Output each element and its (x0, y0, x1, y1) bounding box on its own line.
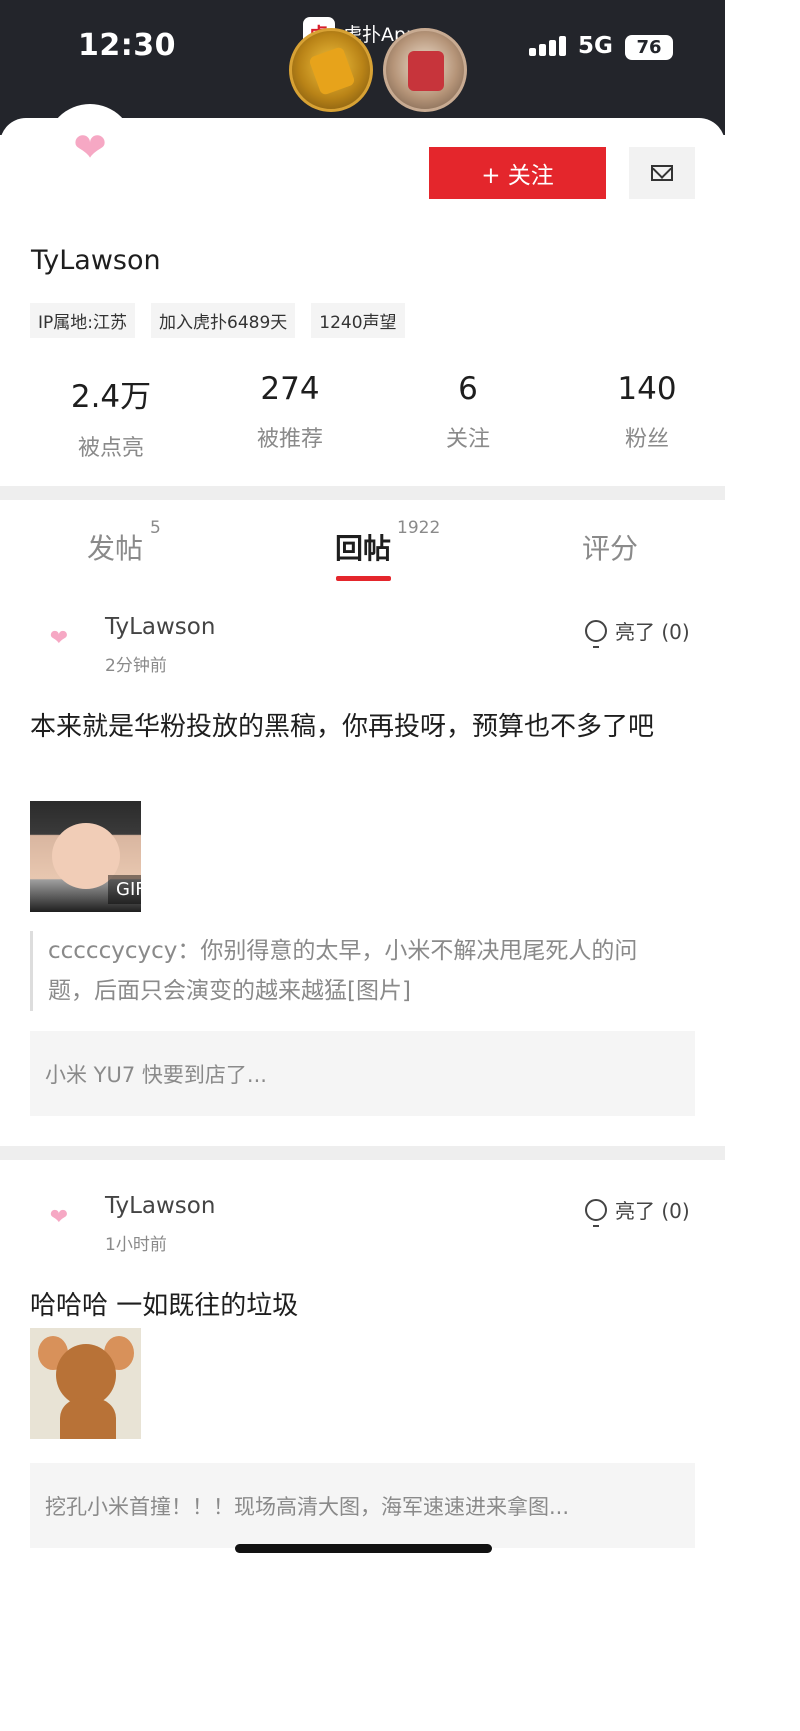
post-author[interactable]: TyLawson (105, 614, 215, 640)
heart-avatar-icon: ❤ (73, 125, 107, 171)
lightbulb-icon (585, 619, 607, 648)
signal-icon (529, 36, 566, 56)
post-time: 1小时前 (105, 1235, 167, 1255)
stat-label: 关注 (445, 427, 490, 452)
stat-value: 274 (260, 371, 320, 407)
tab-posts[interactable]: 发帖 (87, 527, 143, 567)
stat-recommended[interactable]: 274 被推荐 (215, 371, 365, 453)
avatar[interactable]: ❤ (46, 104, 134, 192)
gif-badge: GIF (108, 875, 141, 904)
profile-tags: IP属地:江苏 加入虎扑6489天 1240声望 (30, 303, 405, 338)
post-divider (0, 1146, 725, 1160)
light-label: 亮了 (0) (615, 1199, 690, 1223)
tab-replies[interactable]: 回帖 (335, 527, 391, 567)
post-avatar[interactable]: ❤ (44, 624, 74, 654)
battery-icon: 76 (625, 35, 673, 60)
post-image[interactable] (30, 1328, 141, 1439)
tag-join-days: 加入虎扑6489天 (151, 303, 296, 338)
lightbulb-icon (585, 1198, 607, 1227)
tab-replies-count: 1922 (397, 518, 441, 538)
status-time: 12:30 (78, 28, 176, 63)
quoted-comment[interactable]: cccccycycy：你别得意的太早，小米不解决甩尾死人的问题，后面只会演变的越… (30, 931, 670, 1011)
stat-value: 2.4万 (70, 379, 152, 415)
stat-following[interactable]: 6 关注 (393, 371, 543, 453)
light-button[interactable]: 亮了 (0) (585, 616, 690, 648)
profile-card: ❤ + 关注 TyLawson IP属地:江苏 加入虎扑6489天 1240声望… (0, 104, 725, 486)
tag-ip-location: IP属地:江苏 (30, 303, 135, 338)
heart-avatar-icon: ❤ (49, 1205, 69, 1230)
stat-value: 6 (458, 371, 478, 407)
active-tab-indicator (336, 576, 391, 581)
heart-avatar-icon: ❤ (49, 626, 69, 651)
tab-posts-count: 5 (150, 518, 161, 538)
stat-lit[interactable]: 2.4万 被点亮 (36, 371, 186, 462)
post-time: 2分钟前 (105, 656, 167, 676)
profile-username: TyLawson (31, 245, 161, 276)
badge-medal-bronze[interactable] (383, 28, 467, 112)
message-button[interactable] (629, 147, 695, 199)
stat-label: 被点亮 (77, 436, 144, 461)
post-content: 哈哈哈 一如既往的垃圾 (30, 1291, 299, 1321)
tab-ratings[interactable]: 评分 (582, 527, 638, 567)
stat-fans[interactable]: 140 粉丝 (572, 371, 722, 453)
post-author[interactable]: TyLawson (105, 1193, 215, 1219)
referenced-thread[interactable]: 小米 YU7 快要到店了... (30, 1031, 695, 1116)
post-avatar[interactable]: ❤ (44, 1203, 74, 1233)
home-indicator[interactable] (235, 1544, 492, 1553)
referenced-thread[interactable]: 挖孔小米首撞！！！现场高清大图，海军速速进来拿图... (30, 1463, 695, 1548)
stat-label: 被推荐 (256, 427, 323, 452)
light-button[interactable]: 亮了 (0) (585, 1195, 690, 1227)
post-gif-image[interactable]: GIF (30, 801, 141, 912)
badge-medal-gold[interactable] (289, 28, 373, 112)
light-label: 亮了 (0) (615, 620, 690, 644)
envelope-icon (651, 165, 673, 181)
stat-label: 粉丝 (624, 427, 669, 452)
stat-value: 140 (617, 371, 677, 407)
post-content: 本来就是华粉投放的黑稿，你再投呀，预算也不多了吧 (30, 712, 655, 742)
tag-reputation: 1240声望 (311, 303, 405, 338)
network-type: 5G (578, 33, 613, 59)
section-divider (0, 486, 725, 500)
follow-button[interactable]: + 关注 (429, 147, 606, 199)
